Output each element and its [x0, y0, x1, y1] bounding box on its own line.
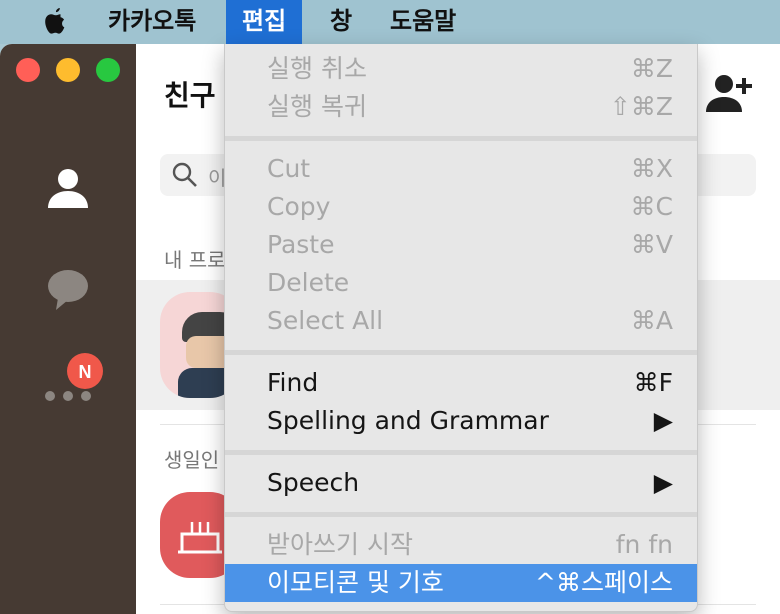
submenu-arrow-icon: ▶	[653, 406, 673, 435]
edit-menu-dropdown: 실행 취소 ⌘Z 실행 복귀 ⇧⌘Z Cut ⌘X Copy ⌘C Paste ⌘V De…	[224, 44, 698, 612]
menu-item-redo[interactable]: 실행 복귀 ⇧⌘Z	[225, 88, 697, 126]
menu-item-emoji-symbols[interactable]: 이모티콘 및 기호 ^⌘스페이스	[225, 564, 697, 602]
menu-separator	[225, 136, 697, 141]
menu-item-copy[interactable]: Copy ⌘C	[225, 188, 697, 226]
section-my-profile: 내 프로	[164, 248, 226, 272]
person-icon[interactable]	[46, 166, 90, 210]
apple-menu[interactable]	[40, 0, 74, 44]
menu-item-find[interactable]: Find ⌘F	[225, 364, 697, 402]
search-icon	[172, 162, 197, 187]
close-button[interactable]	[16, 58, 40, 82]
zoom-button[interactable]	[96, 58, 120, 82]
menu-window[interactable]: 창	[330, 0, 352, 44]
menu-item-paste[interactable]: Paste ⌘V	[225, 226, 697, 264]
page-title: 친구	[164, 79, 216, 112]
submenu-arrow-icon: ▶	[653, 468, 673, 497]
menu-separator	[225, 350, 697, 355]
menu-item-cut[interactable]: Cut ⌘X	[225, 150, 697, 188]
menu-edit[interactable]: 편집	[226, 0, 303, 44]
menu-app-name[interactable]: 카카오톡	[108, 0, 196, 44]
menu-help[interactable]: 도움말	[390, 0, 456, 44]
minimize-button[interactable]	[56, 58, 80, 82]
more-icon[interactable]	[43, 389, 93, 403]
menu-item-spelling-grammar[interactable]: Spelling and Grammar ▶	[225, 402, 697, 440]
menu-item-select-all[interactable]: Select All ⌘A	[225, 302, 697, 340]
menu-separator	[225, 450, 697, 455]
new-badge: N	[67, 353, 103, 389]
svg-text:N: N	[79, 362, 92, 382]
chat-bubble-icon[interactable]	[46, 268, 90, 312]
menu-item-start-dictation[interactable]: 받아쓰기 시작 fn fn	[225, 526, 697, 564]
menu-item-delete[interactable]: Delete	[225, 264, 697, 302]
add-friend-icon[interactable]	[706, 72, 756, 114]
section-birthday: 생일인	[164, 448, 220, 472]
menu-item-undo[interactable]: 실행 취소 ⌘Z	[225, 50, 697, 88]
menu-bar: 카카오톡 편집 창 도움말	[0, 0, 780, 44]
menu-separator	[225, 512, 697, 517]
apple-icon	[45, 8, 65, 34]
sidebar: N	[0, 44, 136, 614]
menu-item-speech[interactable]: Speech ▶	[225, 464, 697, 502]
